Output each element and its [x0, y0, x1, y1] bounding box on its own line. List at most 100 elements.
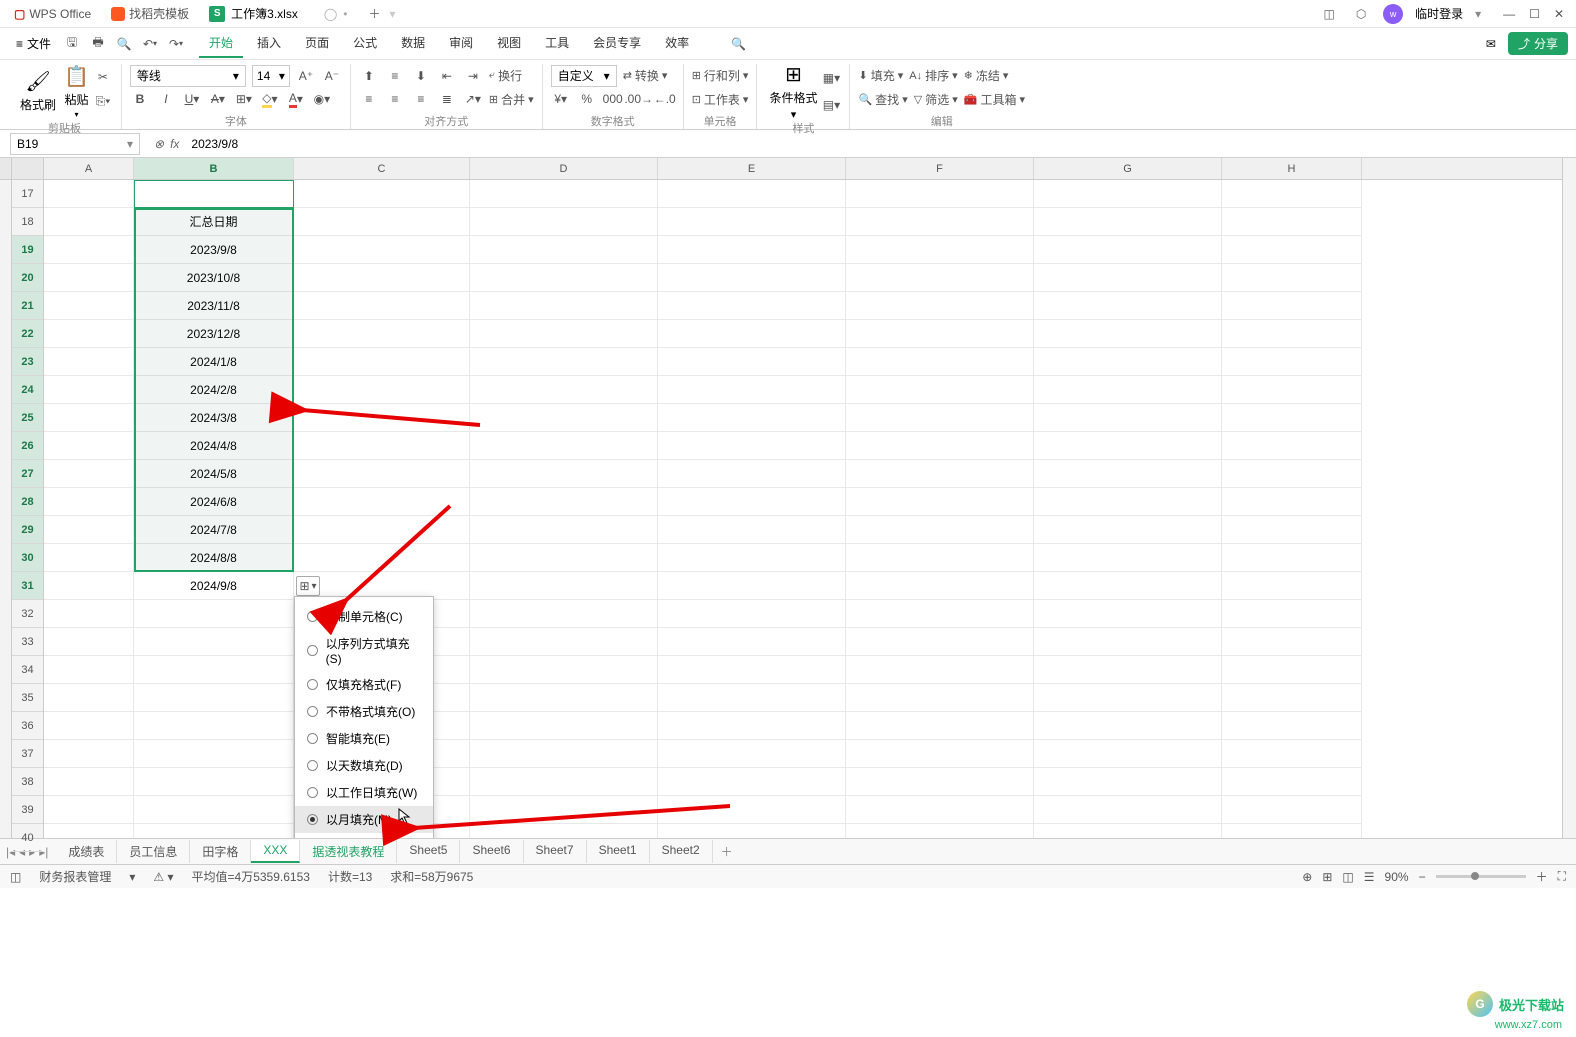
cell-F40[interactable] [846, 824, 1034, 838]
cell-F22[interactable] [846, 320, 1034, 348]
cell-H29[interactable] [1222, 516, 1362, 544]
row-header-38[interactable]: 38 [12, 768, 43, 796]
cell-C25[interactable] [294, 404, 470, 432]
cell-F26[interactable] [846, 432, 1034, 460]
row-header-21[interactable]: 21 [12, 292, 43, 320]
sort-button[interactable]: A↓ 排序▾ [909, 67, 957, 84]
cell-H33[interactable] [1222, 628, 1362, 656]
cell-D40[interactable] [470, 824, 658, 838]
cell-F31[interactable] [846, 572, 1034, 600]
cell-C26[interactable] [294, 432, 470, 460]
menu-tab-5[interactable]: 审阅 [439, 29, 483, 58]
cell-A21[interactable] [44, 292, 134, 320]
cell-E18[interactable] [658, 208, 846, 236]
cell-G25[interactable] [1034, 404, 1222, 432]
row-header-33[interactable]: 33 [12, 628, 43, 656]
cell-E40[interactable] [658, 824, 846, 838]
sheet-tab-0[interactable]: 成绩表 [56, 840, 117, 863]
cell-style-icon[interactable]: ▦▾ [821, 68, 841, 88]
cell-E26[interactable] [658, 432, 846, 460]
cell-D17[interactable] [470, 180, 658, 208]
menu-tab-9[interactable]: 效率 [655, 29, 699, 58]
cell-G39[interactable] [1034, 796, 1222, 824]
tools-button[interactable]: 🧰 工具箱▾ [964, 91, 1025, 108]
row-header-25[interactable]: 25 [12, 404, 43, 432]
cell-A22[interactable] [44, 320, 134, 348]
cell-A24[interactable] [44, 376, 134, 404]
cell-F37[interactable] [846, 740, 1034, 768]
cell-D24[interactable] [470, 376, 658, 404]
cell-H31[interactable] [1222, 572, 1362, 600]
cell-B24[interactable]: 2024/2/8 [134, 376, 294, 404]
cell-F23[interactable] [846, 348, 1034, 376]
cell-H35[interactable] [1222, 684, 1362, 712]
cell-H39[interactable] [1222, 796, 1362, 824]
view-reading-icon[interactable]: ☰ [1364, 870, 1375, 884]
style-icon[interactable]: ◉▾ [312, 89, 332, 109]
cell-A40[interactable] [44, 824, 134, 838]
cell-D26[interactable] [470, 432, 658, 460]
col-header-G[interactable]: G [1034, 158, 1222, 179]
cell-B20[interactable]: 2023/10/8 [134, 264, 294, 292]
sheet-tab-5[interactable]: Sheet5 [397, 840, 460, 863]
menu-tab-6[interactable]: 视图 [487, 29, 531, 58]
cell-G30[interactable] [1034, 544, 1222, 572]
cell-F17[interactable] [846, 180, 1034, 208]
indent-dec-icon[interactable]: ⇤ [437, 66, 457, 86]
file-menu[interactable]: ≡文件 [8, 32, 59, 55]
cell-F34[interactable] [846, 656, 1034, 684]
fill-button[interactable]: ⬇ 填充▾ [858, 67, 903, 84]
cell-C22[interactable] [294, 320, 470, 348]
cell-B40[interactable] [134, 824, 294, 838]
row-header-31[interactable]: 31 [12, 572, 43, 600]
cell-H27[interactable] [1222, 460, 1362, 488]
cell-H28[interactable] [1222, 488, 1362, 516]
cond-format-button[interactable]: ⊞条件格式▾ [765, 64, 821, 118]
cell-D39[interactable] [470, 796, 658, 824]
sheet-tab-8[interactable]: Sheet1 [587, 840, 650, 863]
row-header-36[interactable]: 36 [12, 712, 43, 740]
cell-F20[interactable] [846, 264, 1034, 292]
col-header-A[interactable]: A [44, 158, 134, 179]
cell-G31[interactable] [1034, 572, 1222, 600]
cell-E25[interactable] [658, 404, 846, 432]
cell-F36[interactable] [846, 712, 1034, 740]
cell-G17[interactable] [1034, 180, 1222, 208]
zoom-level[interactable]: 90% [1385, 870, 1409, 884]
cell-A17[interactable] [44, 180, 134, 208]
cell-E28[interactable] [658, 488, 846, 516]
autofill-option-6[interactable]: 以工作日填充(W) [295, 779, 433, 806]
cell-C19[interactable] [294, 236, 470, 264]
cell-C28[interactable] [294, 488, 470, 516]
cell-G29[interactable] [1034, 516, 1222, 544]
row-header-20[interactable]: 20 [12, 264, 43, 292]
message-icon[interactable]: ✉ [1486, 37, 1496, 51]
cell-A27[interactable] [44, 460, 134, 488]
cell-F29[interactable] [846, 516, 1034, 544]
sheet-tab-6[interactable]: Sheet6 [460, 840, 523, 863]
col-header-D[interactable]: D [470, 158, 658, 179]
cell-F35[interactable] [846, 684, 1034, 712]
cell-F39[interactable] [846, 796, 1034, 824]
border-icon[interactable]: ⊞▾ [234, 89, 254, 109]
cell-E21[interactable] [658, 292, 846, 320]
cell-C21[interactable] [294, 292, 470, 320]
formula-input[interactable]: 2023/9/8 [185, 135, 1576, 153]
add-sheet-button[interactable]: ＋ [721, 843, 733, 860]
cell-F21[interactable] [846, 292, 1034, 320]
cell-D31[interactable] [470, 572, 658, 600]
user-label[interactable]: 临时登录 [1415, 5, 1463, 22]
cell-G35[interactable] [1034, 684, 1222, 712]
cell-D33[interactable] [470, 628, 658, 656]
find-button[interactable]: 🔍 查找▾ [858, 91, 907, 108]
cube-icon[interactable]: ⬡ [1351, 4, 1371, 24]
cell-E29[interactable] [658, 516, 846, 544]
cell-B29[interactable]: 2024/7/8 [134, 516, 294, 544]
cell-B27[interactable]: 2024/5/8 [134, 460, 294, 488]
sheet-tab-7[interactable]: Sheet7 [524, 840, 587, 863]
convert-button[interactable]: ⇄ 转换▾ [623, 67, 668, 84]
merge-button[interactable]: ⊞ 合并▾ [489, 91, 534, 108]
layout-icon[interactable]: ◫ [1319, 4, 1339, 24]
cell-G38[interactable] [1034, 768, 1222, 796]
preview-icon[interactable]: 🔍 [115, 35, 133, 53]
